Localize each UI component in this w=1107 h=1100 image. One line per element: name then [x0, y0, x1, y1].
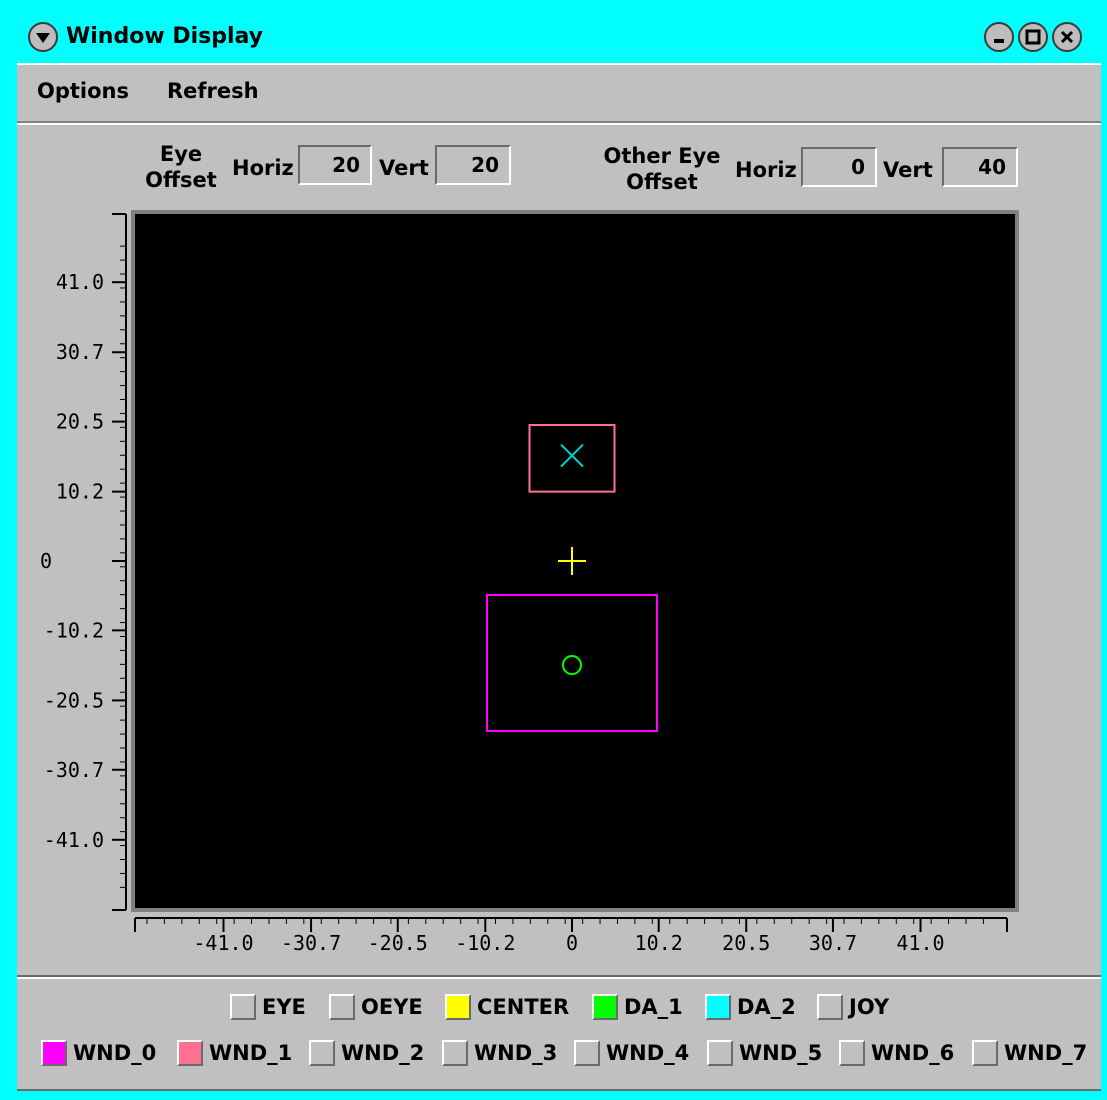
legend-toggle-center[interactable]: CENTER — [445, 991, 569, 1023]
legend-swatch[interactable] — [445, 994, 471, 1020]
legend-swatch[interactable] — [592, 994, 618, 1020]
x-axis: -41.0 -30.7 -20.5 -10.2 0 10.2 20.5 30.7 41.0 — [134, 917, 1008, 955]
legend-toggle-wnd-4[interactable]: WND_4 — [574, 1037, 689, 1069]
x-tick-label: 30.7 — [809, 931, 857, 955]
x-tick-label: -10.2 — [455, 931, 515, 955]
legend-swatch[interactable] — [230, 994, 256, 1020]
eye-window-plot: 41.0 30.7 20.5 10.2 0 -10.2 -20.5 -30.7 -41.0 -4… — [40, 210, 1019, 955]
legend-toggle-oeye[interactable]: OEYE — [329, 991, 423, 1023]
legend-toggle-eye[interactable]: EYE — [230, 991, 306, 1023]
legend-swatch[interactable] — [309, 1040, 335, 1066]
y-tick-label: 41.0 — [56, 270, 104, 294]
x-tick-label: 10.2 — [635, 931, 683, 955]
legend-label: WND_4 — [606, 1041, 690, 1065]
legend-label: WND_5 — [739, 1041, 823, 1065]
x-tick-label: 0 — [566, 931, 578, 955]
legend-swatch[interactable] — [574, 1040, 600, 1066]
legend-label: DA_2 — [737, 995, 796, 1019]
y-tick-label: 30.7 — [56, 340, 104, 364]
legend-panel: EYE OEYE CENTER DA_1 DA_2 JOY WND_0 WND_1 WND_2 W… — [17, 977, 1101, 1091]
legend-swatch[interactable] — [41, 1040, 67, 1066]
legend-swatch[interactable] — [839, 1040, 865, 1066]
legend-swatch[interactable] — [972, 1040, 998, 1066]
y-tick-label: 10.2 — [56, 480, 104, 504]
x-tick-label: -20.5 — [368, 931, 428, 955]
legend-toggle-da-2[interactable]: DA_2 — [705, 991, 796, 1023]
y-axis: 41.0 30.7 20.5 10.2 0 -10.2 -20.5 -30.7 -41.0 — [40, 213, 127, 911]
y-tick-label: 20.5 — [56, 410, 104, 434]
legend-toggle-wnd-5[interactable]: WND_5 — [707, 1037, 822, 1069]
legend-toggle-wnd-7[interactable]: WND_7 — [972, 1037, 1087, 1069]
legend-toggle-wnd-6[interactable]: WND_6 — [839, 1037, 954, 1069]
legend-label: WND_1 — [209, 1041, 293, 1065]
legend-swatch[interactable] — [707, 1040, 733, 1066]
legend-toggle-joy[interactable]: JOY — [817, 991, 889, 1023]
y-tick-label: 0 — [40, 549, 52, 573]
legend-label: JOY — [849, 995, 890, 1019]
x-tick-label: 41.0 — [896, 931, 944, 955]
x-tick-label: -41.0 — [193, 931, 253, 955]
x-tick-label: 20.5 — [722, 931, 770, 955]
legend-toggle-da-1[interactable]: DA_1 — [592, 991, 683, 1023]
legend-label: DA_1 — [624, 995, 683, 1019]
x-tick-label: -30.7 — [281, 931, 341, 955]
legend-label: WND_7 — [1004, 1041, 1088, 1065]
legend-toggle-wnd-0[interactable]: WND_0 — [41, 1037, 156, 1069]
legend-label: WND_6 — [871, 1041, 955, 1065]
legend-label: OEYE — [361, 995, 423, 1019]
legend-label: WND_2 — [341, 1041, 425, 1065]
y-tick-label: -30.7 — [44, 758, 104, 782]
legend-label: WND_0 — [73, 1041, 157, 1065]
legend-swatch[interactable] — [177, 1040, 203, 1066]
legend-swatch[interactable] — [442, 1040, 468, 1066]
legend-toggle-wnd-1[interactable]: WND_1 — [177, 1037, 292, 1069]
y-tick-label: -41.0 — [44, 828, 104, 852]
legend-toggle-wnd-2[interactable]: WND_2 — [309, 1037, 424, 1069]
legend-label: EYE — [262, 995, 306, 1019]
legend-label: CENTER — [477, 995, 570, 1019]
y-tick-label: -20.5 — [44, 688, 104, 712]
legend-label: WND_3 — [474, 1041, 558, 1065]
legend-swatch[interactable] — [817, 994, 843, 1020]
legend-swatch[interactable] — [705, 994, 731, 1020]
legend-swatch[interactable] — [329, 994, 355, 1020]
legend-toggle-wnd-3[interactable]: WND_3 — [442, 1037, 557, 1069]
y-tick-label: -10.2 — [44, 618, 104, 642]
